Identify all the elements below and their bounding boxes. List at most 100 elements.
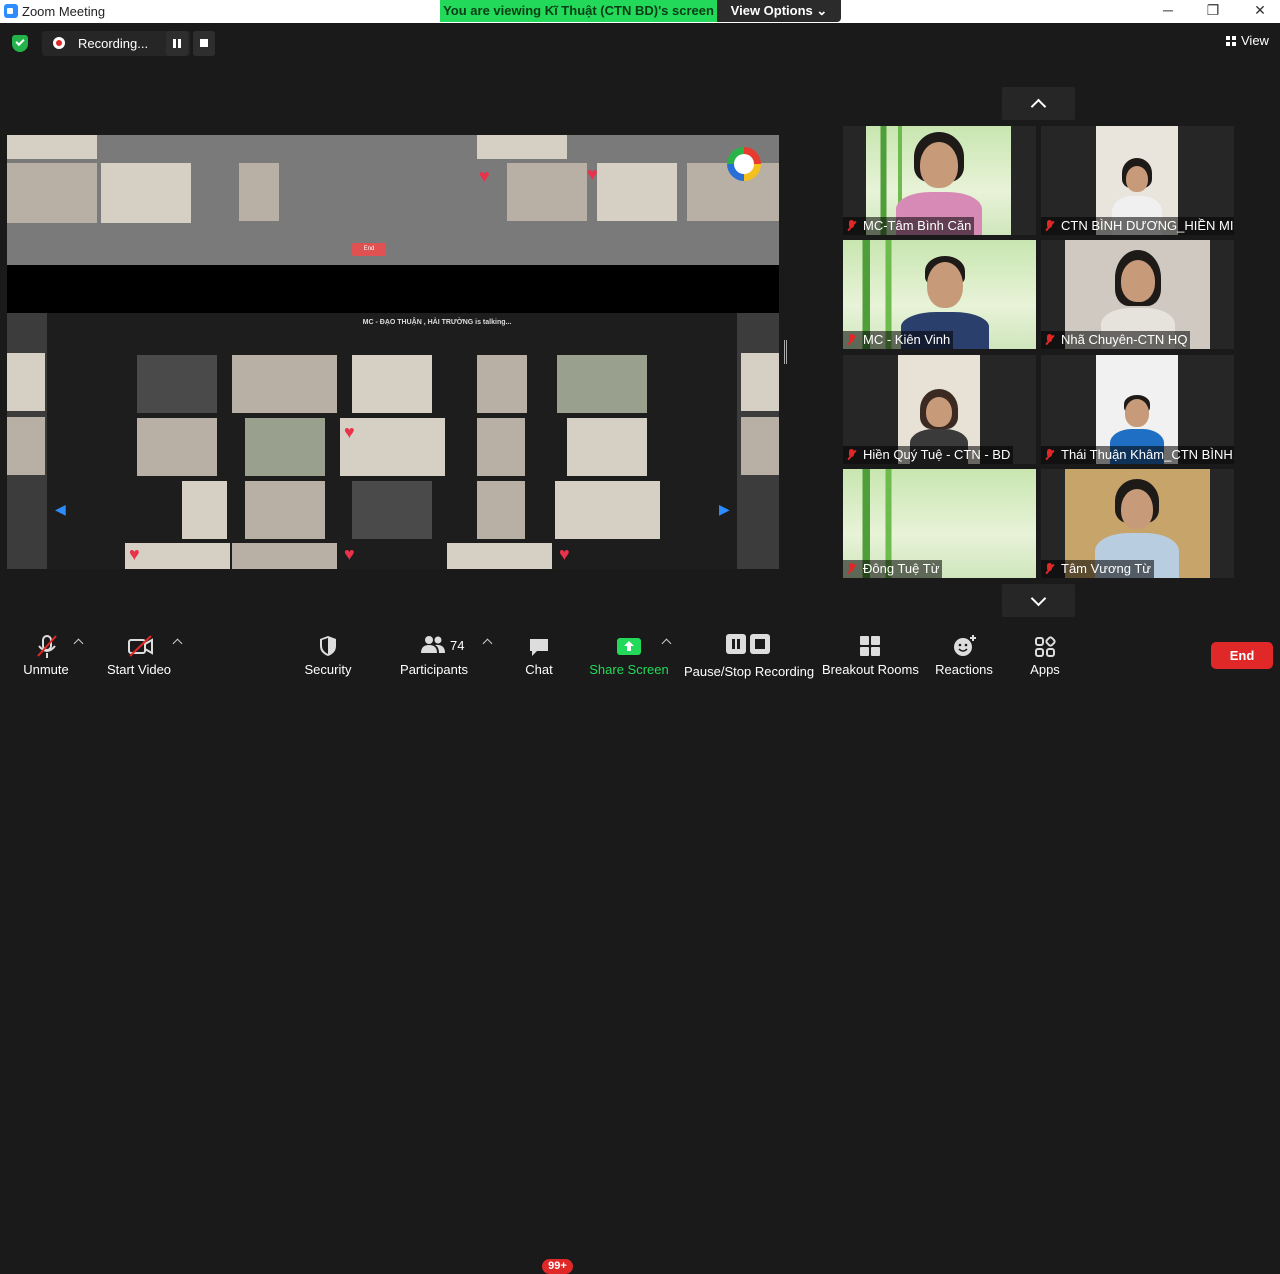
unmute-label: Unmute [23, 662, 69, 677]
share-screen-label: Share Screen [589, 662, 669, 677]
organization-logo [727, 147, 761, 181]
view-options-label: View Options [730, 3, 813, 18]
maximize-button[interactable]: ❐ [1203, 2, 1223, 19]
reactions-icon [954, 635, 976, 656]
breakout-rooms-label: Breakout Rooms [822, 662, 919, 677]
minimize-button[interactable]: ─ [1158, 2, 1178, 18]
participant-tile[interactable]: MC-Tâm Bình Căn [843, 126, 1036, 235]
participant-face [1125, 399, 1149, 427]
shared-thumb [7, 417, 45, 475]
shared-thumb [477, 481, 525, 539]
chevron-down-icon [1030, 590, 1047, 607]
participant-name: MC - Kiên Vinh [843, 331, 954, 349]
reactions-label: Reactions [935, 662, 993, 677]
view-options-button[interactable]: View Options ⌄ [717, 0, 841, 22]
pause-stop-recording-button[interactable]: Pause/Stop Recording [684, 628, 814, 682]
participant-tile[interactable]: Thái Thuận Khâm_CTN BÌNH... [1041, 355, 1234, 464]
participants-button[interactable]: 74 Participants [398, 628, 470, 682]
participant-tile[interactable]: MC - Kiên Vinh [843, 240, 1036, 349]
muted-mic-icon [847, 449, 856, 461]
participants-options-caret[interactable] [482, 638, 493, 649]
shared-screen-band [7, 265, 779, 313]
heart-reaction-icon: ♥ [344, 422, 355, 442]
participant-face [926, 397, 952, 427]
stop-recording-button[interactable] [193, 31, 215, 56]
start-video-button[interactable]: Start Video [100, 628, 178, 682]
shared-thumb [7, 353, 45, 411]
participants-count: 74 [450, 638, 465, 653]
shared-thumb [597, 163, 677, 221]
encryption-shield-icon[interactable] [12, 35, 28, 52]
apps-button[interactable]: Apps [1020, 628, 1070, 682]
apps-label: Apps [1030, 662, 1060, 677]
chat-button[interactable]: Chat [515, 628, 563, 682]
shared-end-button: End [352, 243, 386, 256]
pause-stop-icon [726, 634, 770, 654]
muted-mic-icon [1045, 563, 1054, 575]
stop-icon [200, 39, 208, 47]
heart-reaction-icon: ♥ [587, 164, 598, 184]
recording-label: Recording... [78, 36, 149, 51]
muted-mic-icon [847, 220, 856, 232]
window-title: Zoom Meeting [22, 4, 106, 19]
participant-tile[interactable]: Hiền Quý Tuệ - CTN - BD [843, 355, 1036, 464]
share-screen-button[interactable]: Share Screen [588, 628, 670, 682]
zoom-app-icon [4, 4, 18, 18]
participant-name: CTN BÌNH DƯƠNG_HIỀN MI... [1041, 217, 1234, 235]
participant-name-text: Tâm Vương Từ [1061, 561, 1151, 576]
gallery-prev-button[interactable] [1002, 87, 1075, 120]
participant-face [1121, 260, 1155, 302]
muted-mic-icon [37, 635, 57, 658]
title-bar: Zoom Meeting You are viewing Kĩ Thuật (C… [0, 0, 1280, 23]
participant-name-text: MC - Kiên Vinh [863, 332, 951, 347]
participant-name-text: Nhã Chuyên-CTN HQ [1061, 332, 1188, 347]
end-meeting-button[interactable]: End [1211, 642, 1273, 669]
shared-thumb [507, 163, 587, 221]
participant-name: Nhã Chuyên-CTN HQ [1041, 331, 1191, 349]
pause-icon [173, 39, 181, 48]
heart-reaction-icon: ♥ [479, 166, 490, 186]
shared-thumb [182, 481, 227, 539]
reactions-button[interactable]: Reactions [934, 628, 994, 682]
muted-mic-icon [847, 334, 856, 346]
gallery-next-button[interactable] [1002, 584, 1075, 617]
shared-thumb [352, 481, 432, 539]
shared-thumb [477, 418, 525, 476]
shared-thumb [557, 355, 647, 413]
pause-recording-button[interactable] [166, 31, 188, 56]
chevron-down-icon: ⌄ [816, 3, 828, 18]
breakout-rooms-button[interactable]: Breakout Rooms [822, 628, 919, 682]
shared-thumb [741, 353, 779, 411]
shared-thumb [447, 543, 552, 569]
participant-tile[interactable]: CTN BÌNH DƯƠNG_HIỀN MI... [1041, 126, 1234, 235]
panel-resize-handle[interactable] [784, 340, 787, 364]
shared-thumb [352, 355, 432, 413]
unmute-button[interactable]: Unmute [16, 628, 76, 682]
participant-tile[interactable]: Đông Tuệ Từ [843, 469, 1036, 578]
participants-label: Participants [400, 662, 468, 677]
participant-face [927, 262, 963, 308]
shared-screen-lower: MC - ĐẠO THUẬN , HẢI TRƯỜNG is talking..… [7, 313, 779, 569]
shared-thumb [477, 355, 527, 413]
participant-name: Đông Tuệ Từ [843, 560, 943, 578]
view-label: View [1241, 33, 1269, 48]
shared-screen-area[interactable]: ♥ ♥ End MC - ĐẠO THUẬN , HẢI TRƯỜNG is t… [7, 135, 779, 569]
participant-name-text: CTN BÌNH DƯƠNG_HIỀN MI... [1061, 218, 1234, 233]
next-page-icon: ▶ [719, 501, 730, 517]
close-button[interactable]: ✕ [1250, 2, 1270, 19]
view-layout-button[interactable]: View [1226, 33, 1269, 48]
participant-name-text: Đông Tuệ Từ [863, 561, 940, 576]
grid-view-icon [1226, 36, 1236, 46]
muted-mic-icon [1045, 334, 1054, 346]
shared-thumb [137, 418, 217, 476]
security-button[interactable]: Security [298, 628, 358, 682]
participant-name-text: Hiền Quý Tuệ - CTN - BD [863, 447, 1011, 462]
participant-tile[interactable]: Nhã Chuyên-CTN HQ [1041, 240, 1234, 349]
apps-icon [1035, 636, 1056, 657]
shared-screen-upper: ♥ ♥ End [7, 135, 779, 265]
security-label: Security [304, 662, 352, 677]
shared-thumb [567, 418, 647, 476]
participant-tile[interactable]: Tâm Vương Từ [1041, 469, 1234, 578]
shared-thumb [7, 135, 97, 159]
shared-thumb [741, 417, 779, 475]
